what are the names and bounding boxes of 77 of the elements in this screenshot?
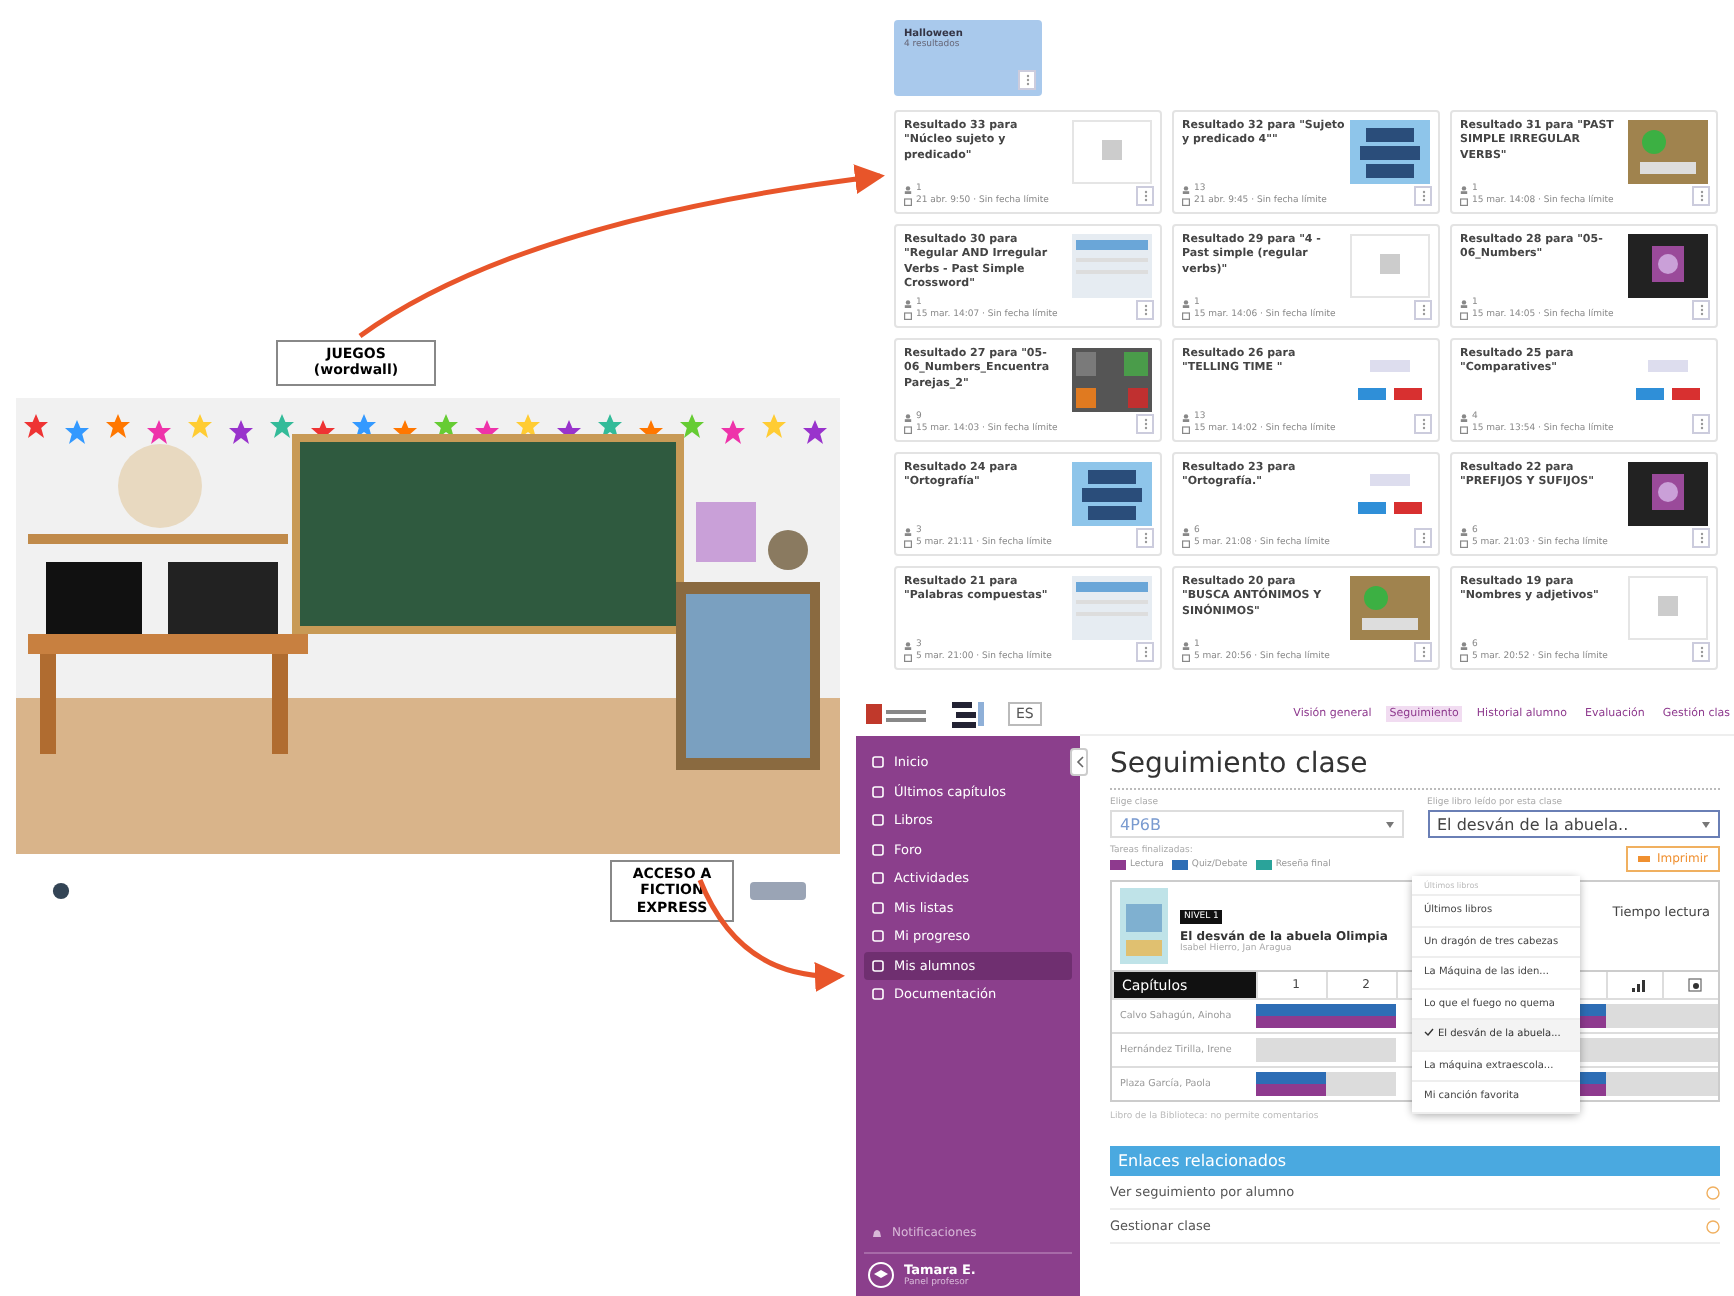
menu-item-icon: [872, 814, 884, 827]
thumbnail-placeholder: [1072, 120, 1152, 184]
calendar-icon: [904, 312, 912, 321]
user-icon: [1460, 528, 1468, 537]
more-button[interactable]: [1414, 642, 1432, 662]
more-button[interactable]: [1136, 414, 1154, 434]
user-icon: [1182, 528, 1190, 537]
menu-item-icon: [872, 930, 884, 943]
printer-icon: [1638, 854, 1651, 864]
user-icon: [1182, 414, 1190, 423]
calendar-icon: [1182, 426, 1190, 435]
empty-cell: [1662, 1032, 1718, 1066]
user-icon: [1460, 414, 1468, 423]
chevron-left-icon: [1075, 756, 1083, 768]
menu-item-icon: [872, 756, 884, 769]
user-icon: [1182, 642, 1190, 651]
menu-item-icon: [872, 901, 884, 914]
more-button[interactable]: [1136, 186, 1154, 206]
calendar-icon: [904, 198, 912, 207]
page-title: Seguimiento clase: [1110, 748, 1720, 790]
menu-item-icon: [872, 988, 884, 1001]
user-icon: [1460, 186, 1468, 195]
thumbnail-placeholder: [1350, 234, 1430, 298]
more-button[interactable]: [1414, 414, 1432, 434]
section-header: Enlaces relacionados: [1110, 1146, 1720, 1176]
book-select[interactable]: El desván de la abuela..: [1427, 810, 1720, 838]
check-icon: [1424, 1028, 1434, 1037]
more-button[interactable]: [1692, 300, 1710, 320]
more-button[interactable]: [1414, 300, 1432, 320]
menu-item-icon: [872, 843, 884, 856]
user-icon: [1182, 300, 1190, 309]
menu-item-icon: [872, 785, 884, 798]
globe-icon[interactable]: [52, 881, 70, 900]
thumbnail-placeholder: [1628, 576, 1708, 640]
empty-cell: [1662, 1066, 1718, 1100]
calendar-icon: [1460, 426, 1468, 435]
caret-icon: [1702, 821, 1710, 827]
caret-icon: [1385, 821, 1393, 827]
calendar-icon: [904, 654, 912, 663]
more-button[interactable]: [1136, 300, 1154, 320]
info-icon: [1706, 1185, 1720, 1199]
calendar-icon: [1182, 540, 1190, 549]
avatar-icon: [868, 1262, 894, 1288]
more-button[interactable]: [1414, 528, 1432, 548]
calendar-icon: [1460, 654, 1468, 663]
more-button[interactable]: [1692, 642, 1710, 662]
calendar-icon: [1182, 312, 1190, 321]
more-button[interactable]: [1018, 70, 1036, 90]
bell-icon: [872, 1227, 882, 1239]
calendar-icon: [1460, 198, 1468, 207]
user-icon: [904, 186, 912, 195]
calendar-icon: [1460, 312, 1468, 321]
collapse-button[interactable]: [1070, 748, 1088, 776]
more-button[interactable]: [1692, 186, 1710, 206]
user-icon: [904, 414, 912, 423]
user-icon: [1460, 642, 1468, 651]
user-icon: [904, 642, 912, 651]
user-icon: [1460, 300, 1468, 309]
bar-chart-icon: [1632, 979, 1646, 991]
user-icon: [904, 300, 912, 309]
more-button[interactable]: [1692, 414, 1710, 434]
calendar-icon: [904, 426, 912, 435]
share-button[interactable]: [750, 881, 806, 900]
calendar-icon: [1182, 198, 1190, 207]
logo: [864, 700, 932, 728]
user-icon: [1182, 186, 1190, 195]
menu-item-icon: [872, 872, 884, 885]
calendar-icon: [904, 540, 912, 549]
menu-item-icon: [872, 959, 884, 972]
info-icon: [1706, 1219, 1720, 1233]
calendar-icon: [1460, 540, 1468, 549]
user-icon: [904, 528, 912, 537]
calendar-icon: [1182, 654, 1190, 663]
more-button[interactable]: [1136, 528, 1154, 548]
more-button[interactable]: [1414, 186, 1432, 206]
more-button[interactable]: [1692, 528, 1710, 548]
more-button[interactable]: [1136, 642, 1154, 662]
